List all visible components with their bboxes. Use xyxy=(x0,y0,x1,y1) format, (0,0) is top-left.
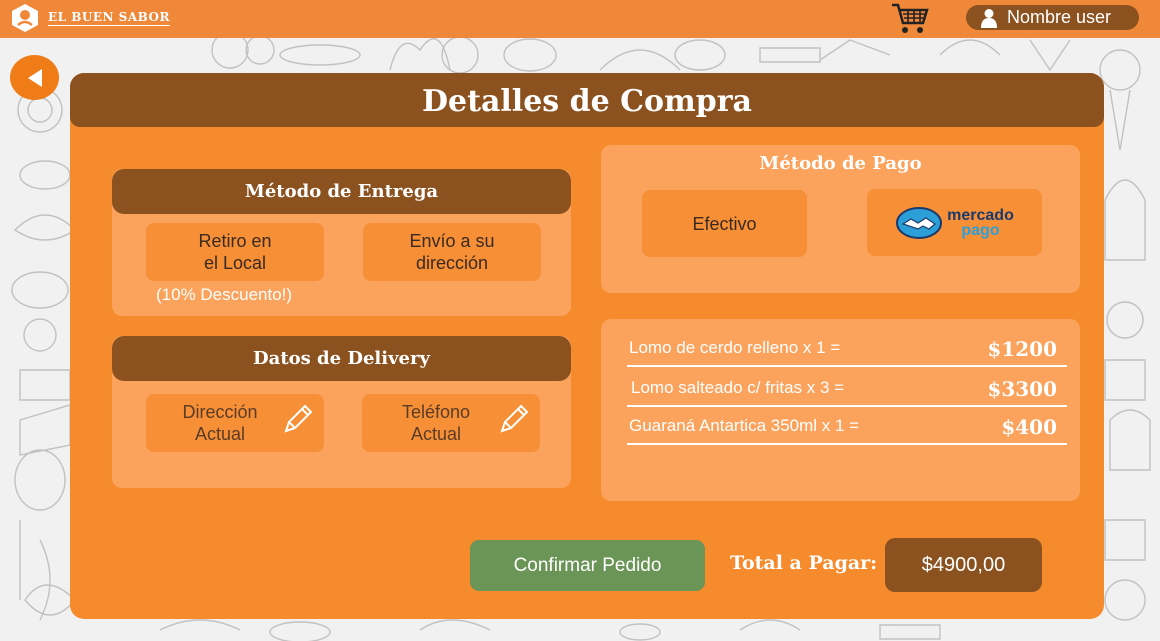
chef-logo-icon xyxy=(12,4,38,32)
order-item-price: $3300 xyxy=(987,377,1057,401)
address-field-line2: Actual xyxy=(194,424,246,444)
home-delivery-option-button[interactable]: Envío a su dirección xyxy=(363,223,541,281)
order-item-price: $1200 xyxy=(987,337,1057,361)
delivery-data-title: Datos de Delivery xyxy=(112,336,571,381)
top-bar: EL BUEN SABOR Nombre user xyxy=(0,0,1160,38)
order-item-row: Guaraná Antartica 350ml x 1 = $400 xyxy=(627,409,1067,445)
order-item-row: Lomo de cerdo relleno x 1 = $1200 xyxy=(627,331,1067,367)
brand-logo[interactable]: EL BUEN SABOR xyxy=(10,3,170,33)
purchase-details-panel: Detalles de Compra Método de Entrega Ret… xyxy=(70,73,1104,619)
delivery-data-card: Datos de Delivery Dirección Actual Teléf… xyxy=(112,336,571,488)
home-delivery-option-line1: Envío a su xyxy=(409,231,495,251)
address-field-line1: Dirección xyxy=(182,402,258,422)
brand-name: EL BUEN SABOR xyxy=(48,10,170,26)
payment-method-card: Método de Pago Efectivo mercado pago xyxy=(601,145,1080,293)
delivery-method-title: Método de Entrega xyxy=(112,169,571,214)
order-item-description: Guaraná Antartica 350ml x 1 = xyxy=(629,416,860,435)
pickup-option-line1: Retiro en xyxy=(198,231,272,251)
order-item-description: Lomo de cerdo relleno x 1 = xyxy=(629,338,841,357)
cash-payment-button[interactable]: Efectivo xyxy=(642,190,807,257)
address-field-button[interactable]: Dirección Actual xyxy=(146,394,324,452)
back-button[interactable] xyxy=(10,55,59,100)
pickup-discount-note: (10% Descuento!) xyxy=(156,285,293,304)
cash-payment-label: Efectivo xyxy=(692,213,757,234)
edit-address-pencil-icon[interactable] xyxy=(280,403,314,437)
home-delivery-option-line2: dirección xyxy=(415,253,489,273)
order-item-description: Lomo salteado c/ fritas x 3 = xyxy=(631,378,845,397)
mercado-pago-line2: pago xyxy=(961,221,1000,239)
mercado-pago-logo-icon xyxy=(896,206,943,239)
total-amount: $4900,00 xyxy=(885,538,1042,592)
phone-field-line1: Teléfono xyxy=(401,402,471,422)
page-title: Detalles de Compra xyxy=(70,73,1104,127)
user-menu-button[interactable]: Nombre user xyxy=(966,5,1139,30)
confirm-order-button[interactable]: Confirmar Pedido xyxy=(470,540,705,591)
order-item-row: Lomo salteado c/ fritas x 3 = $3300 xyxy=(627,371,1067,407)
pickup-option-line2: el Local xyxy=(203,253,267,273)
edit-phone-pencil-icon[interactable] xyxy=(496,403,530,437)
back-arrow-icon xyxy=(27,68,42,87)
user-name: Nombre user xyxy=(1007,7,1112,27)
delivery-method-card: Método de Entrega Retiro en el Local Env… xyxy=(112,169,571,316)
user-icon xyxy=(981,8,997,28)
phone-field-button[interactable]: Teléfono Actual xyxy=(362,394,540,452)
order-item-price: $400 xyxy=(1001,415,1057,439)
mercado-pago-payment-button[interactable]: mercado pago xyxy=(867,189,1042,256)
payment-method-title: Método de Pago xyxy=(759,153,922,174)
pickup-option-button[interactable]: Retiro en el Local xyxy=(146,223,324,281)
order-summary-card: Lomo de cerdo relleno x 1 = $1200 Lomo s… xyxy=(601,319,1080,501)
phone-field-line2: Actual xyxy=(410,424,462,444)
cart-icon[interactable] xyxy=(890,1,930,35)
total-label: Total a Pagar: xyxy=(730,552,878,574)
mercado-pago-line1: mercado xyxy=(947,206,1014,224)
